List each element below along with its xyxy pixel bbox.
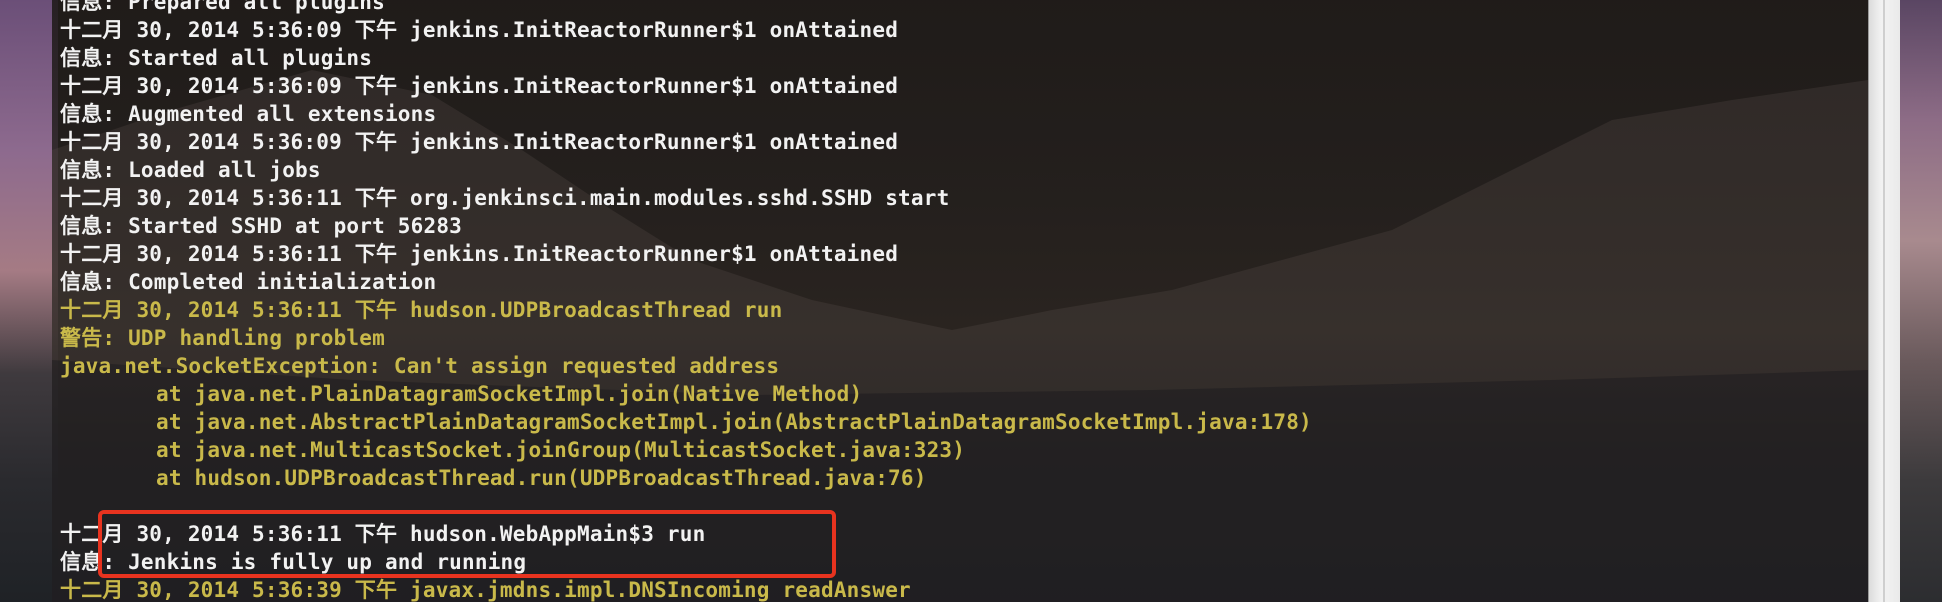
log-line: 信息: Started SSHD at port 56283 (60, 214, 463, 238)
desktop-wallpaper-left (0, 0, 58, 602)
terminal-window[interactable]: 信息: Prepared all plugins 十二月 30, 2014 5:3… (52, 0, 1868, 602)
log-line: at java.net.MulticastSocket.joinGroup(Mu… (156, 438, 966, 462)
log-line: 十二月 30, 2014 5:36:11 下午 jenkins.InitReac… (60, 242, 899, 266)
log-line: 十二月 30, 2014 5:36:11 下午 hudson.UDPBroadc… (60, 298, 783, 322)
log-line: 十二月 30, 2014 5:36:11 下午 org.jenkinsci.ma… (60, 186, 950, 210)
log-line: 信息: Prepared all plugins (60, 0, 385, 14)
desktop-wallpaper-right (1900, 0, 1942, 602)
log-line: 十二月 30, 2014 5:36:09 下午 jenkins.InitReac… (60, 18, 899, 42)
log-line: 信息: Loaded all jobs (60, 158, 321, 182)
log-line: java.net.SocketException: Can't assign r… (60, 354, 780, 378)
log-line: at java.net.PlainDatagramSocketImpl.join… (156, 382, 863, 406)
log-line: 十二月 30, 2014 5:36:09 下午 jenkins.InitReac… (60, 74, 899, 98)
log-line: 信息: Completed initialization (60, 270, 437, 294)
window-edge (1868, 0, 1901, 602)
log-line: 信息: Started all plugins (60, 46, 373, 70)
log-line: at java.net.AbstractPlainDatagramSocketI… (156, 410, 1312, 434)
log-line: 警告: UDP handling problem (60, 326, 385, 350)
log-line: at hudson.UDPBroadcastThread.run(UDPBroa… (156, 466, 927, 490)
log-line: 十二月 30, 2014 5:36:39 下午 javax.jmdns.impl… (60, 578, 911, 602)
log-line: 十二月 30, 2014 5:36:09 下午 jenkins.InitReac… (60, 130, 899, 154)
highlight-annotation-box (98, 510, 836, 578)
log-line: 信息: Augmented all extensions (60, 102, 437, 126)
